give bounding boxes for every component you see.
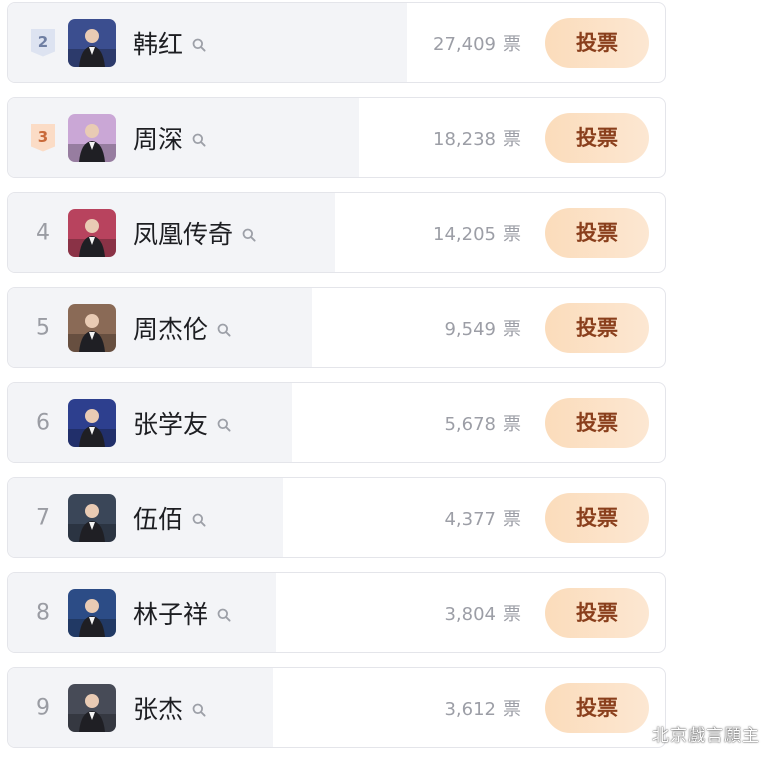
singer-name-link[interactable]: 张学友: [133, 405, 231, 441]
ranking-row: 6 张学友 5,678 票 投票: [7, 382, 666, 463]
ranking-row: 3 周深 18,238 票 投票: [7, 97, 666, 178]
vote-unit-label: 票: [503, 698, 521, 720]
vote-button[interactable]: 投票: [545, 682, 649, 733]
vote-button[interactable]: 投票: [545, 112, 649, 163]
search-icon[interactable]: [217, 599, 231, 622]
vote-count-value: 5,678: [444, 413, 496, 435]
rank-number: 8: [36, 600, 50, 625]
vote-count-value: 14,205: [433, 223, 496, 245]
vote-unit-label: 票: [503, 413, 521, 435]
vote-count-value: 9,549: [444, 318, 496, 340]
singer-name-link[interactable]: 韩红: [133, 25, 206, 61]
vote-button[interactable]: 投票: [545, 397, 649, 448]
vote-unit-label: 票: [503, 128, 521, 150]
singer-name: 周深: [133, 124, 184, 154]
vote-button[interactable]: 投票: [545, 17, 649, 68]
ranking-row: 4 凤凰传奇 14,205 票 投票: [7, 192, 666, 273]
search-icon[interactable]: [217, 314, 231, 337]
ranking-row: 8 林子祥 3,804 票 投票: [7, 572, 666, 653]
ranking-row: 5 周杰伦 9,549 票 投票: [7, 287, 666, 368]
vote-count: 4,377 票: [444, 505, 521, 531]
rank-badge: 2: [31, 28, 55, 57]
singer-name-link[interactable]: 伍佰: [133, 500, 206, 536]
singer-name-link[interactable]: 凤凰传奇: [133, 215, 256, 251]
singer-name: 林子祥: [133, 599, 209, 629]
singer-name-link[interactable]: 林子祥: [133, 595, 231, 631]
singer-name: 伍佰: [133, 504, 184, 534]
avatar[interactable]: [68, 303, 116, 352]
vote-count-value: 18,238: [433, 128, 496, 150]
watermark: 北京戲言願主: [652, 726, 760, 746]
vote-count: 5,678 票: [444, 410, 521, 436]
singer-name: 张杰: [133, 694, 184, 724]
rank-badge: 3: [31, 123, 55, 152]
avatar[interactable]: [68, 398, 116, 447]
vote-count: 9,549 票: [444, 315, 521, 341]
singer-name: 周杰伦: [133, 314, 209, 344]
vote-button[interactable]: 投票: [545, 302, 649, 353]
singer-name: 凤凰传奇: [133, 219, 234, 249]
avatar[interactable]: [68, 18, 116, 67]
rank-number: 7: [36, 505, 50, 530]
vote-count-value: 27,409: [433, 33, 496, 55]
singer-name: 张学友: [133, 409, 209, 439]
avatar[interactable]: [68, 113, 116, 162]
avatar[interactable]: [68, 588, 116, 637]
search-icon[interactable]: [192, 124, 206, 147]
rank-number: 4: [36, 220, 50, 245]
ranking-row: 9 张杰 3,612 票 投票: [7, 667, 666, 748]
singer-name-link[interactable]: 张杰: [133, 690, 206, 726]
avatar[interactable]: [68, 493, 116, 542]
vote-unit-label: 票: [503, 223, 521, 245]
vote-unit-label: 票: [503, 603, 521, 625]
vote-button[interactable]: 投票: [545, 492, 649, 543]
search-icon[interactable]: [192, 504, 206, 527]
vote-unit-label: 票: [503, 318, 521, 340]
avatar[interactable]: [68, 683, 116, 732]
ranking-list: 2 韩红 27,409 票投票 3 周深 18,238 票投票 4 凤凰传奇 14,205 票投票 5 周…: [7, 2, 666, 762]
singer-name-link[interactable]: 周杰伦: [133, 310, 231, 346]
vote-count: 14,205 票: [433, 220, 521, 246]
vote-count-value: 3,612: [444, 698, 496, 720]
vote-count: 3,804 票: [444, 600, 521, 626]
vote-button[interactable]: 投票: [545, 587, 649, 638]
search-icon[interactable]: [192, 29, 206, 52]
vote-count: 27,409 票: [433, 30, 521, 56]
vote-count-value: 3,804: [444, 603, 496, 625]
rank-number: 9: [36, 695, 50, 720]
vote-count-value: 4,377: [444, 508, 496, 530]
vote-count: 18,238 票: [433, 125, 521, 151]
vote-button[interactable]: 投票: [545, 207, 649, 258]
search-icon[interactable]: [217, 409, 231, 432]
rank-number: 6: [36, 410, 50, 435]
singer-name: 韩红: [133, 29, 184, 59]
ranking-rows: 2 韩红 27,409 票投票 3 周深 18,238 票投票 4 凤凰传奇 14,205 票投票 5 周…: [7, 2, 666, 748]
singer-name-link[interactable]: 周深: [133, 120, 206, 156]
vote-unit-label: 票: [503, 33, 521, 55]
vote-unit-label: 票: [503, 508, 521, 530]
vote-count: 3,612 票: [444, 695, 521, 721]
search-icon[interactable]: [242, 219, 256, 242]
avatar[interactable]: [68, 208, 116, 257]
rank-number: 5: [36, 315, 50, 340]
ranking-row: 2 韩红 27,409 票 投票: [7, 2, 666, 83]
ranking-row: 7 伍佰 4,377 票 投票: [7, 477, 666, 558]
search-icon[interactable]: [192, 694, 206, 717]
